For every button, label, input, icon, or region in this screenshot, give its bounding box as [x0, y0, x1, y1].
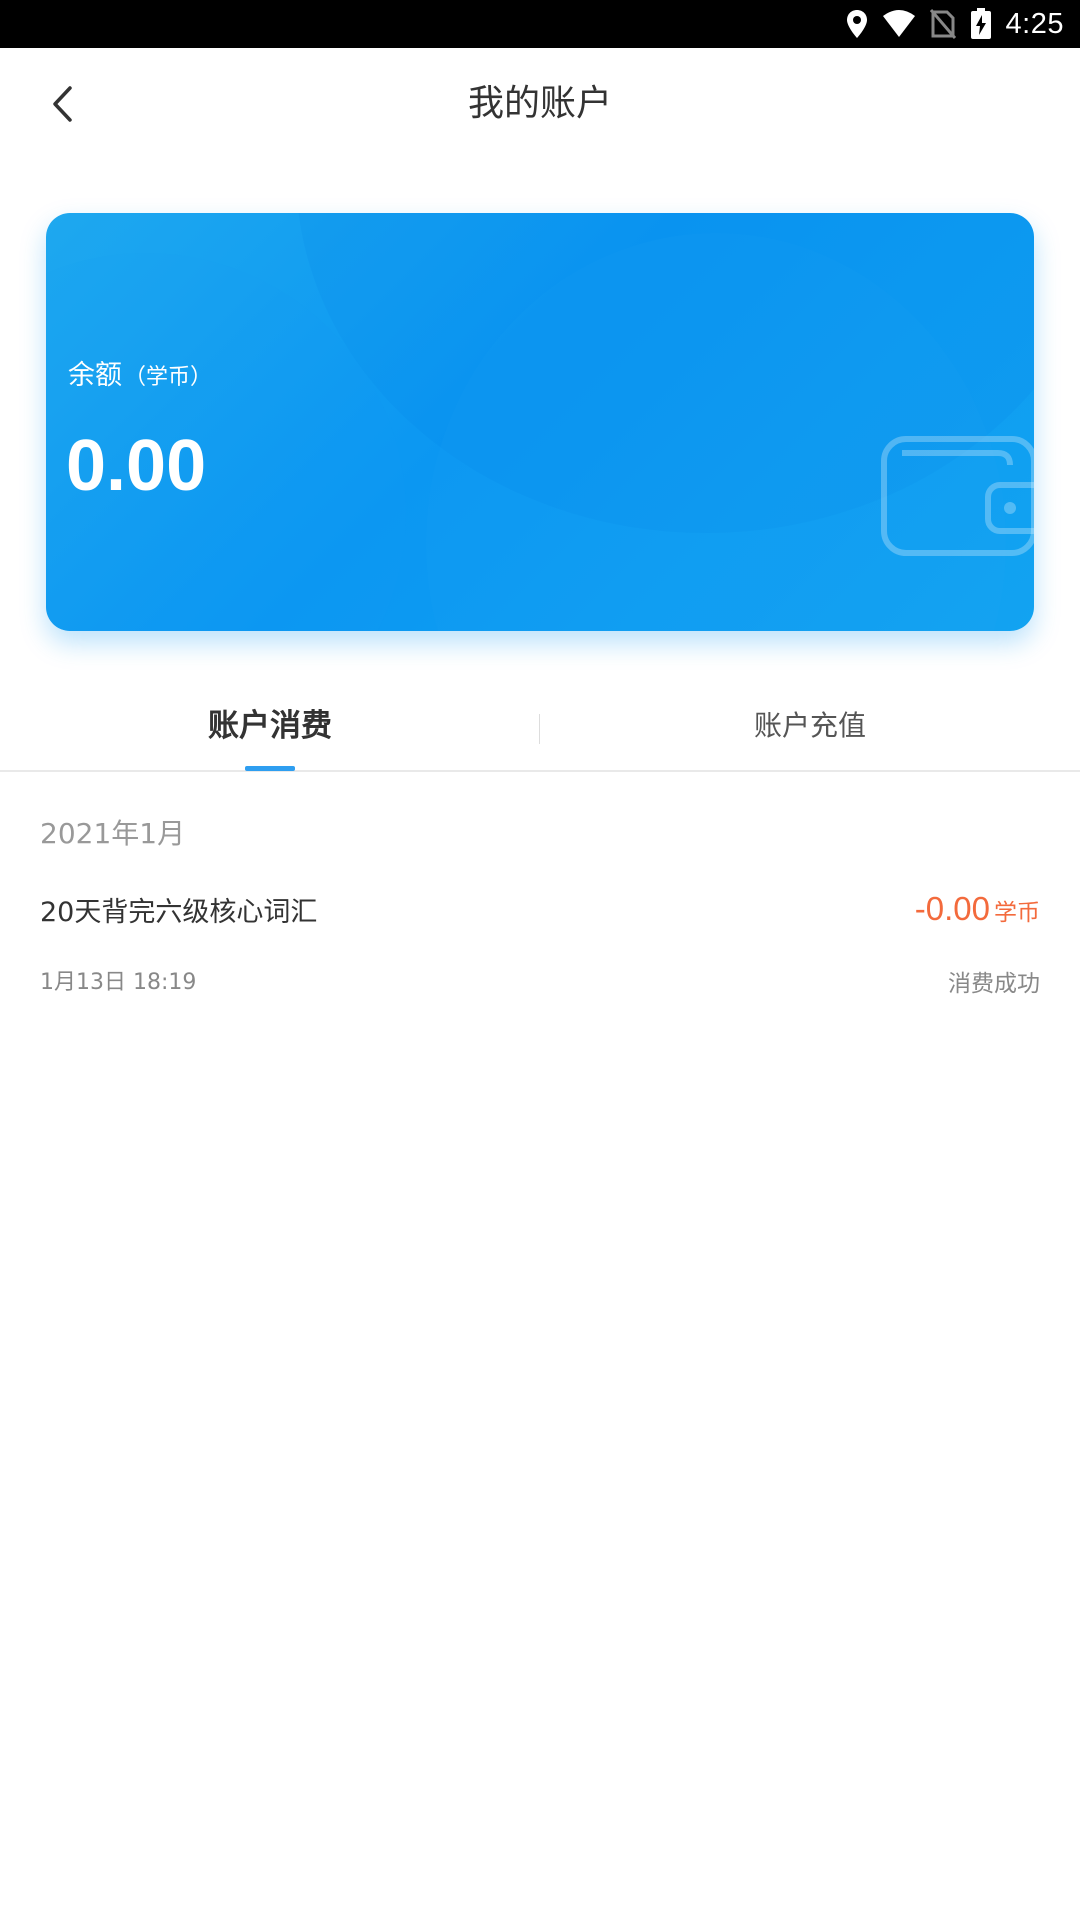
tab-account-recharge[interactable]: 账户充值: [540, 680, 1080, 772]
record-amount: -0.00 学币: [915, 890, 1040, 928]
wifi-icon: [882, 10, 916, 38]
balance-unit: （学币）: [124, 365, 213, 390]
record-time: 1月13日 18:19: [40, 970, 197, 995]
wallet-icon: [880, 423, 1034, 567]
status-bar: 4:25: [0, 0, 1080, 48]
balance-label: 余额（学币）: [68, 353, 212, 392]
balance-card: 余额（学币） 0.00: [46, 213, 1034, 631]
page-title: 我的账户: [467, 83, 612, 124]
location-icon: [846, 9, 868, 39]
battery-charging-icon: [970, 8, 992, 40]
tab-bar: 账户消费 账户充值: [0, 680, 1080, 772]
no-sim-icon: [929, 9, 956, 39]
chevron-left-icon: [50, 85, 74, 127]
record-title: 20天背完六级核心词汇: [40, 897, 318, 928]
amount-unit: 学币: [994, 900, 1040, 926]
header: 我的账户: [0, 48, 1080, 160]
record-status: 消费成功: [948, 971, 1040, 997]
month-header: 2021年1月: [40, 817, 186, 850]
amount-value: -0.00: [914, 890, 990, 927]
tab-account-consumption[interactable]: 账户消费: [0, 680, 540, 772]
balance-value: 0.00: [66, 426, 207, 506]
balance-label-text: 余额: [68, 360, 122, 391]
status-icons: 4:25: [846, 0, 1064, 48]
status-time: 4:25: [1005, 7, 1064, 40]
list-item[interactable]: 20天背完六级核心词汇 1月13日 18:19 -0.00 学币 消费成功: [0, 890, 1080, 1000]
back-button[interactable]: [30, 74, 94, 138]
tab-active-indicator: [245, 766, 295, 771]
